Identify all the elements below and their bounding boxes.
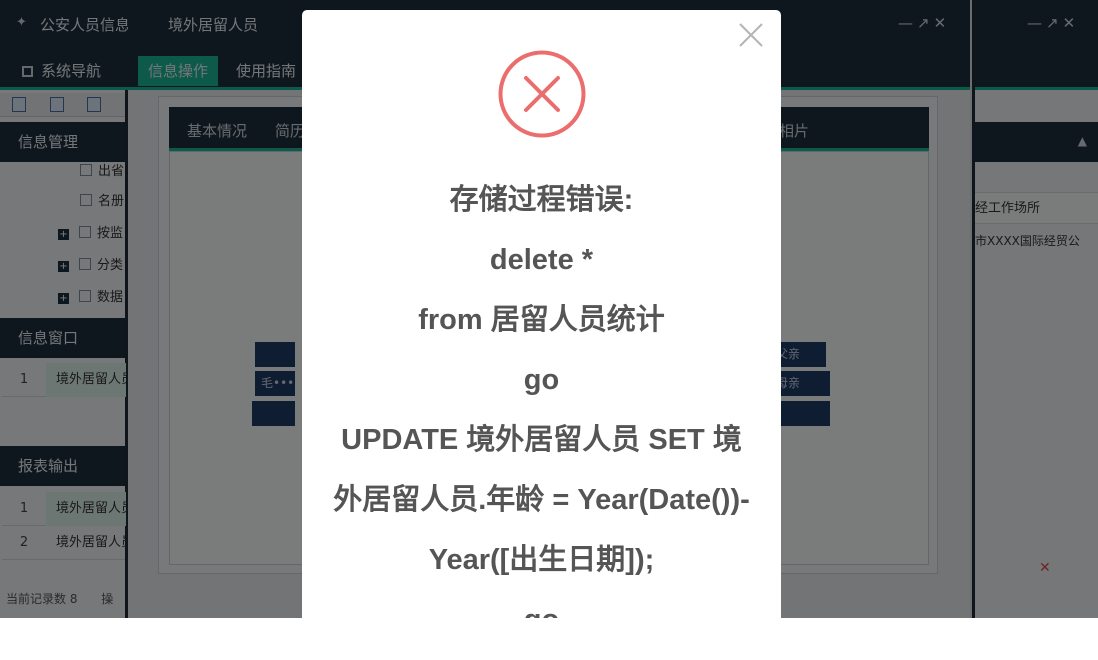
error-circle-icon bbox=[498, 50, 586, 138]
message-line: go bbox=[523, 364, 560, 396]
error-message: 存储过程错误: delete * from 居留人员统计 go UPDATE 境… bbox=[318, 170, 765, 618]
message-line: Year([出生日期]); bbox=[428, 544, 655, 576]
message-line: go bbox=[318, 590, 765, 618]
error-dialog: 存储过程错误: delete * from 居留人员统计 go UPDATE 境… bbox=[302, 10, 781, 618]
message-line: UPDATE 境外居留人员 SET 境 bbox=[341, 424, 742, 456]
message-line: 外居留人员.年龄 = Year(Date())- bbox=[333, 484, 750, 516]
message-line: delete * bbox=[489, 244, 594, 276]
close-icon[interactable] bbox=[738, 22, 764, 48]
screen: ✦ 公安人员信息 系统导航 信息管理 出省 名册 +按监 +分类 +数据 信息窗… bbox=[0, 0, 1098, 618]
message-line: 存储过程错误: bbox=[449, 184, 634, 216]
message-line: from 居留人员统计 bbox=[418, 304, 665, 336]
